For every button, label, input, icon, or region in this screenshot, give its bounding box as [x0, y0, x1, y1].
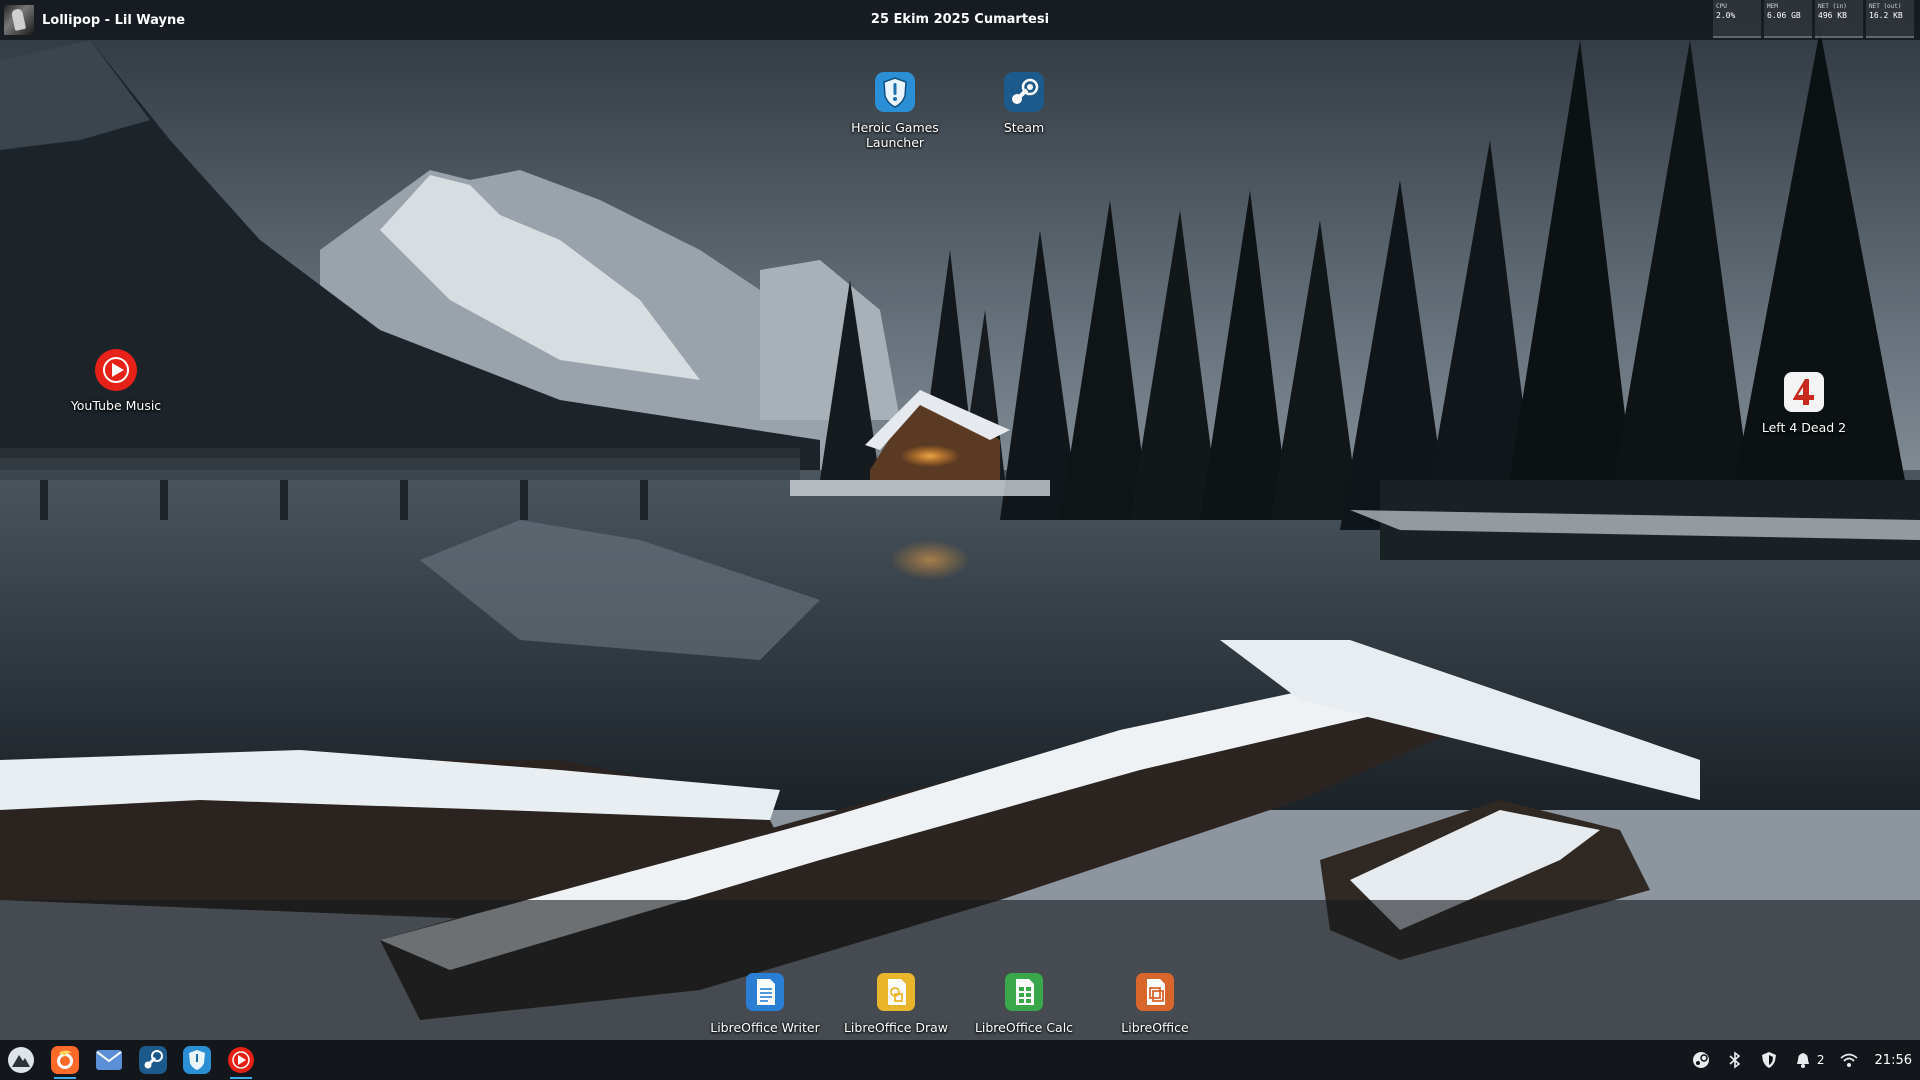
monitor-bar	[1866, 36, 1914, 38]
monitor-bar	[1713, 36, 1761, 38]
desktop-icon-libreoffice-calc[interactable]: LibreOffice Calc	[969, 970, 1079, 1035]
desktop-icon-label: Steam	[1003, 120, 1045, 135]
desktop-icon-label: LibreOffice	[1121, 1020, 1189, 1035]
monitor-value: 6.06 GB	[1767, 11, 1801, 20]
tray-steam[interactable]	[1691, 1050, 1711, 1070]
system-monitor[interactable]: CPU 2.0% MEM 6.06 GB NET (in) 496 KB NET…	[1713, 0, 1914, 38]
desktop-icon-youtube-music[interactable]: YouTube Music	[61, 348, 171, 413]
net-in-monitor[interactable]: NET (in) 496 KB	[1815, 0, 1863, 38]
tray-security[interactable]	[1759, 1050, 1779, 1070]
bluetooth-icon	[1729, 1051, 1741, 1069]
media-player-widget[interactable]: Lollipop - Lil Wayne	[4, 4, 185, 36]
firefox-icon	[51, 1046, 79, 1074]
desktop-icon-libreoffice[interactable]: LibreOffice	[1100, 970, 1210, 1035]
desktop-icon-left4dead2[interactable]: Left 4 Dead 2	[1749, 370, 1859, 435]
libreoffice-writer-icon	[743, 970, 787, 1014]
desktop-icon-label: YouTube Music	[70, 398, 162, 413]
left4dead2-icon	[1782, 370, 1826, 414]
desktop-icon-label: LibreOffice Writer	[710, 1020, 820, 1035]
clock[interactable]: 21:56	[1875, 1053, 1912, 1068]
tray-network[interactable]	[1839, 1050, 1859, 1070]
monitor-bar	[1764, 36, 1812, 38]
monitor-label: NET (in)	[1818, 3, 1847, 10]
monitor-label: MEM	[1767, 3, 1778, 10]
youtube-music-icon	[228, 1047, 254, 1073]
steam-icon	[1002, 70, 1046, 114]
media-track-title: Lollipop - Lil Wayne	[42, 12, 186, 28]
desktop-icon-steam[interactable]: Steam	[969, 70, 1079, 135]
desktop-icon-label: LibreOffice Draw	[843, 1020, 949, 1035]
shield-icon	[1761, 1052, 1776, 1068]
libreoffice-draw-icon	[874, 970, 918, 1014]
panel-date[interactable]: 25 Ekim 2025 Cumartesi	[760, 12, 1160, 27]
taskbar-firefox[interactable]	[48, 1040, 82, 1080]
taskbar-steam[interactable]	[136, 1040, 170, 1080]
app-launcher-button[interactable]	[4, 1040, 38, 1080]
memory-monitor[interactable]: MEM 6.06 GB	[1764, 0, 1812, 38]
taskbar-mail[interactable]	[92, 1040, 126, 1080]
wifi-icon	[1839, 1053, 1858, 1067]
youtube-music-icon	[94, 348, 138, 392]
desktop-icon-libreoffice-writer[interactable]: LibreOffice Writer	[710, 970, 820, 1035]
tray-bluetooth[interactable]	[1725, 1050, 1745, 1070]
taskbar-heroic[interactable]	[180, 1040, 214, 1080]
heroic-icon	[183, 1046, 211, 1074]
desktop-icon-label: LibreOffice Calc	[974, 1020, 1074, 1035]
taskbar-youtube-music[interactable]	[224, 1040, 258, 1080]
top-panel: Lollipop - Lil Wayne 25 Ekim 2025 Cumart…	[0, 0, 1920, 40]
desktop-wallpaper	[0, 0, 1920, 1080]
bell-icon	[1796, 1053, 1809, 1068]
tray-notifications[interactable]	[1793, 1050, 1813, 1070]
taskbar: 2 21:56	[0, 1040, 1920, 1080]
notification-count: 2	[1816, 1053, 1825, 1067]
album-art	[4, 5, 34, 35]
mail-icon	[96, 1050, 122, 1070]
desktop-icon-label: Left 4 Dead 2	[1761, 420, 1847, 435]
steam-icon	[1692, 1052, 1709, 1068]
monitor-value: 2.0%	[1716, 11, 1736, 20]
monitor-value: 496 KB	[1818, 11, 1847, 20]
monitor-label: CPU	[1716, 3, 1727, 10]
monitor-value: 16.2 KB	[1869, 11, 1903, 20]
desktop-icon-libreoffice-draw[interactable]: LibreOffice Draw	[841, 970, 951, 1035]
desktop-icon-label: Heroic Games Launcher	[851, 120, 939, 150]
monitor-label: NET (out)	[1869, 3, 1902, 10]
libreoffice-icon	[1133, 970, 1177, 1014]
app-launcher-icon	[8, 1047, 34, 1073]
steam-icon	[139, 1046, 167, 1074]
heroic-icon	[873, 70, 917, 114]
libreoffice-calc-icon	[1002, 970, 1046, 1014]
task-manager	[4, 1040, 258, 1080]
net-out-monitor[interactable]: NET (out) 16.2 KB	[1866, 0, 1914, 38]
monitor-bar	[1815, 36, 1863, 38]
cpu-monitor[interactable]: CPU 2.0%	[1713, 0, 1761, 38]
system-tray: 2 21:56	[1691, 1040, 1912, 1080]
desktop-icon-heroic[interactable]: Heroic Games Launcher	[840, 70, 950, 150]
